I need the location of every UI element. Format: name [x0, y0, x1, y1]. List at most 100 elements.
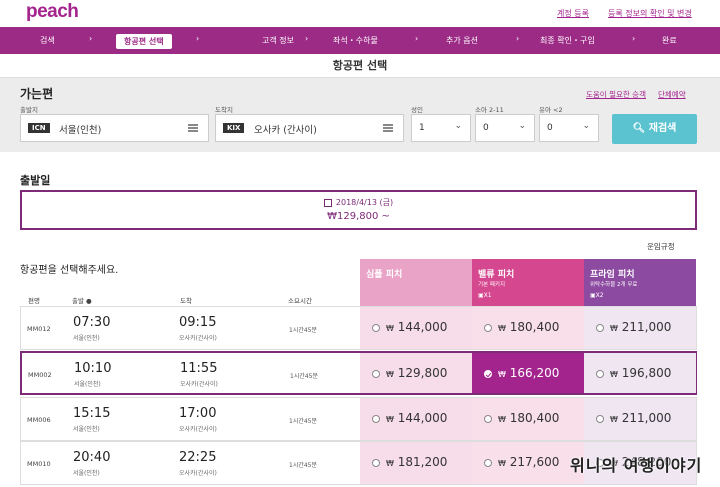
- baggage-count: X1: [483, 292, 492, 299]
- currency-symbol: ₩: [498, 324, 506, 333]
- radio-button[interactable]: [484, 459, 492, 467]
- account-info-link[interactable]: 등록 정보의 확인 및 변경: [608, 8, 692, 19]
- duration: 1시간45분: [290, 373, 319, 380]
- currency-symbol: ₩: [610, 415, 618, 424]
- arr-time: 11:55: [180, 361, 218, 376]
- adult-value: 1: [419, 123, 425, 133]
- chevron-down-icon: ⌄: [454, 121, 462, 131]
- currency-symbol: ₩: [610, 370, 618, 379]
- radio-button[interactable]: [372, 415, 380, 423]
- date-selector[interactable]: 2018/4/13 (금) ₩129,800 ~: [20, 190, 697, 230]
- top-bar: peach 계정 등록 등록 정보의 확인 및 변경: [0, 0, 720, 27]
- chevron-right-icon: ›: [632, 34, 636, 43]
- price: 211,000: [621, 411, 672, 425]
- chevron-right-icon: ›: [516, 34, 520, 43]
- price: 166,200: [509, 366, 560, 380]
- col-arrive: 도착: [180, 297, 192, 305]
- radio-button[interactable]: [484, 324, 492, 332]
- fare-prime-header: 프라임 피치 위탁수하물 2개 무료 ▣X2: [584, 259, 696, 307]
- fare-value-cell[interactable]: ₩ 180,400: [472, 398, 584, 440]
- fare-simple-cell[interactable]: ₩ 144,000: [360, 307, 472, 349]
- fare-value-cell[interactable]: ₩ 180,400: [472, 307, 584, 349]
- fare-value-cell[interactable]: ₩ 217,600: [472, 442, 584, 484]
- arr-city: 오사카(간사이): [179, 335, 217, 342]
- arr-city: 오사카(간사이): [179, 426, 217, 433]
- baggage-icon: ▣X2: [590, 292, 604, 299]
- currency-symbol: ₩: [498, 370, 506, 379]
- research-button-label: 재검색: [648, 123, 677, 134]
- arr-time: 09:15: [179, 315, 217, 330]
- dep-city: 서울(인천): [74, 381, 101, 388]
- flight-no: MM002: [28, 371, 52, 379]
- chevron-right-icon: ›: [415, 34, 419, 43]
- dep-city: 서울(인천): [73, 335, 100, 342]
- adult-select[interactable]: 1 ⌄: [411, 114, 471, 142]
- flight-no: MM010: [27, 460, 51, 468]
- currency-symbol: ₩: [386, 324, 394, 333]
- price: 196,800: [621, 366, 672, 380]
- duration: 1시간45분: [289, 462, 318, 469]
- page-title: 항공편 선택: [0, 54, 720, 78]
- arr-time: 22:25: [179, 450, 217, 465]
- fare-prime-cell[interactable]: ₩ 211,000: [584, 307, 696, 349]
- price: 180,400: [509, 411, 560, 425]
- account-register-link[interactable]: 계정 등록: [557, 8, 589, 19]
- baggage-icon: ▣X1: [478, 292, 492, 299]
- fare-simple-cell[interactable]: ₩ 129,800: [360, 353, 472, 393]
- radio-button[interactable]: [484, 415, 492, 423]
- duration: 1시간45분: [289, 418, 318, 425]
- dep-time: 07:30: [73, 315, 111, 330]
- fare-name: 밸류 피치: [478, 270, 515, 280]
- fare-prime-cell[interactable]: ₩ 211,000: [584, 398, 696, 440]
- flight-no: MM012: [27, 325, 51, 333]
- fare-rules-link[interactable]: 운임규정: [647, 241, 675, 252]
- flight-no: MM006: [27, 416, 51, 424]
- fare-simple-header: 심플 피치: [360, 259, 472, 307]
- group-booking-link[interactable]: 단체예약: [658, 89, 686, 100]
- currency-symbol: ₩: [386, 370, 394, 379]
- step-customer-info: 고객 정보: [262, 36, 294, 45]
- chevron-down-icon: ⌄: [582, 121, 590, 131]
- step-seat-baggage: 좌석・수하물: [333, 36, 378, 45]
- fare-prime-cell[interactable]: ₩ 196,800: [584, 353, 696, 393]
- currency-symbol: ₩: [386, 459, 394, 468]
- radio-button[interactable]: [596, 324, 604, 332]
- assistance-link[interactable]: 도움이 필요한 승객: [586, 89, 646, 100]
- watermark: 위니의 여행이야기: [570, 456, 703, 475]
- radio-button[interactable]: [372, 324, 380, 332]
- infant-select[interactable]: 0 ⌄: [539, 114, 599, 142]
- child-value: 0: [483, 123, 489, 133]
- check-icon[interactable]: [484, 370, 492, 378]
- origin-city: 서울(인천): [59, 125, 102, 136]
- search-icon: 🔍︎: [632, 123, 646, 134]
- dest-code: KIX: [223, 123, 245, 133]
- flight-row: MM012 07:30 서울(인천) 09:15 오사카(간사이) 1시간45분…: [20, 306, 697, 350]
- origin-field[interactable]: ICN 서울(인천): [20, 114, 209, 142]
- step-flight-select: 항공편 선택: [116, 34, 172, 49]
- radio-button[interactable]: [596, 415, 604, 423]
- col-duration: 소요시간: [288, 297, 312, 305]
- radio-button[interactable]: [372, 459, 380, 467]
- step-options: 추가 옵션: [446, 36, 478, 45]
- fare-value-cell-selected[interactable]: ₩ 166,200: [472, 353, 584, 393]
- research-button[interactable]: 🔍︎ 재검색: [612, 114, 697, 144]
- fare-sub: 기본 패키지: [478, 282, 506, 288]
- fare-simple-cell[interactable]: ₩ 181,200: [360, 442, 472, 484]
- radio-button[interactable]: [596, 370, 604, 378]
- price: 181,200: [397, 455, 448, 469]
- radio-button[interactable]: [372, 370, 380, 378]
- fare-simple-cell[interactable]: ₩ 144,000: [360, 398, 472, 440]
- peach-logo[interactable]: peach: [26, 1, 79, 23]
- step-confirm: 최종 확인・구입: [540, 36, 595, 45]
- info-icon: ●: [86, 297, 92, 305]
- child-select[interactable]: 0 ⌄: [475, 114, 535, 142]
- arr-city: 오사카(간사이): [180, 381, 218, 388]
- price: 144,000: [397, 411, 448, 425]
- flight-row: MM006 15:15 서울(인천) 17:00 오사카(간사이) 1시간45분…: [20, 397, 697, 441]
- destination-field[interactable]: KIX 오사카 (간사이): [215, 114, 404, 142]
- flight-row-selected: MM002 10:10 서울(인천) 11:55 오사카(간사이) 1시간45분…: [20, 351, 697, 395]
- currency-symbol: ₩: [498, 415, 506, 424]
- dep-time: 15:15: [73, 406, 111, 421]
- chevron-right-icon: ›: [305, 34, 309, 43]
- currency-symbol: ₩: [386, 415, 394, 424]
